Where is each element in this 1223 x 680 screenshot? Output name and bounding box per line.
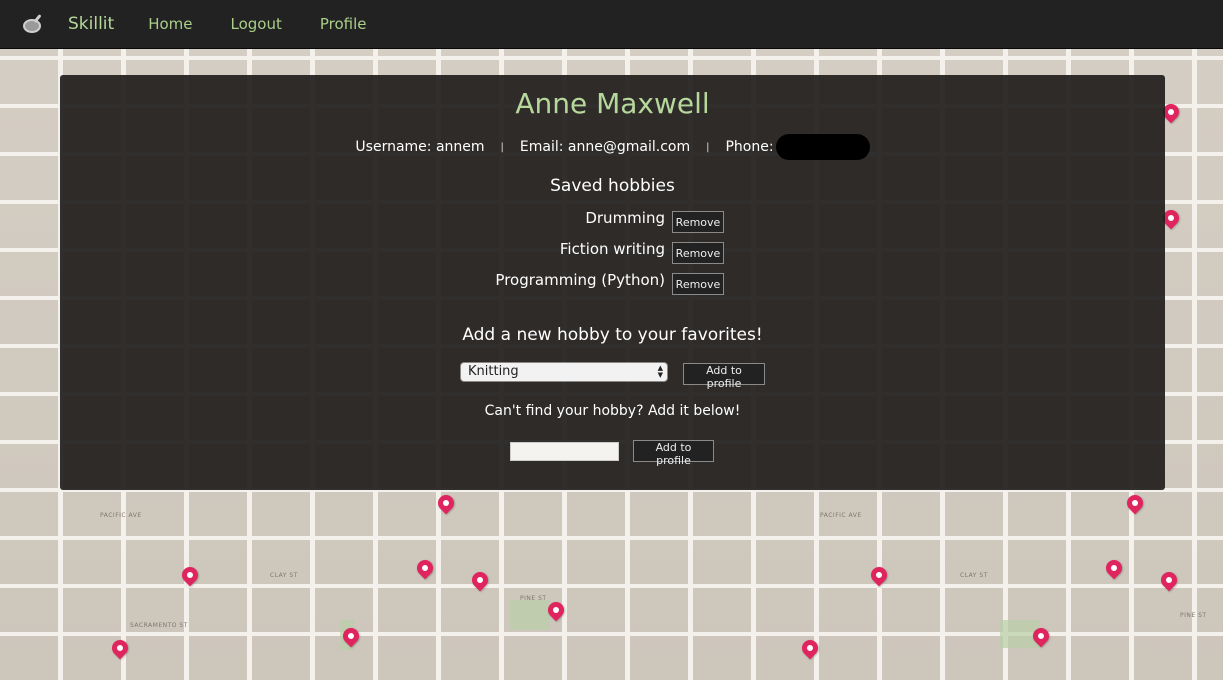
map-pin-icon bbox=[413, 556, 437, 580]
profile-info-row: Username: annem | Email: anne@gmail.com … bbox=[60, 134, 1165, 160]
add-hobby-heading: Add a new hobby to your favorites! bbox=[462, 325, 763, 345]
nav-logout-link[interactable]: Logout bbox=[231, 15, 282, 33]
saved-hobby-row: Drumming Remove bbox=[480, 209, 780, 233]
username-text: Username: annem bbox=[355, 139, 485, 155]
hobby-select-value: Knitting bbox=[468, 364, 519, 379]
profile-panel: Anne Maxwell Username: annem | Email: an… bbox=[60, 75, 1165, 490]
map-pin-icon bbox=[867, 563, 891, 587]
saved-hobbies-heading: Saved hobbies bbox=[550, 176, 675, 196]
map-pin-icon bbox=[798, 636, 822, 660]
nav-profile-link[interactable]: Profile bbox=[320, 15, 367, 33]
hobby-select[interactable]: Knitting ▲ ▼ bbox=[460, 362, 668, 382]
add-custom-hobby-button[interactable]: Add to profile bbox=[633, 440, 714, 467]
saved-hobby-row: Programming (Python) Remove bbox=[480, 271, 780, 295]
remove-hobby-button[interactable]: Remove bbox=[672, 211, 724, 233]
cant-find-hobby-text: Can't find your hobby? Add it below! bbox=[484, 403, 741, 419]
phone-redacted-block bbox=[775, 134, 870, 160]
map-pin-icon bbox=[1123, 491, 1147, 515]
brand-link[interactable]: Skillit bbox=[68, 14, 114, 34]
frying-pan-icon[interactable] bbox=[22, 13, 44, 35]
profile-name-heading: Anne Maxwell bbox=[515, 87, 710, 120]
remove-hobby-button[interactable]: Remove bbox=[672, 273, 724, 295]
email-text: Email: anne@gmail.com bbox=[519, 139, 691, 155]
phone-label: Phone: bbox=[725, 139, 774, 155]
remove-hobby-button[interactable]: Remove bbox=[672, 242, 724, 264]
nav-home-link[interactable]: Home bbox=[148, 15, 192, 33]
hobby-name: Programming (Python) bbox=[495, 271, 665, 289]
map-pin-icon bbox=[468, 568, 492, 592]
saved-hobby-row: Fiction writing Remove bbox=[480, 240, 780, 264]
hobby-name: Fiction writing bbox=[559, 240, 665, 258]
map-pin-icon bbox=[1157, 568, 1181, 592]
map-pin-icon bbox=[434, 491, 458, 515]
separator: | bbox=[500, 141, 504, 153]
top-navbar: Skillit Home Logout Profile bbox=[0, 0, 1223, 49]
hobby-name: Drumming bbox=[585, 209, 665, 227]
select-arrows-icon: ▲ ▼ bbox=[657, 364, 663, 379]
new-hobby-input[interactable] bbox=[510, 442, 619, 461]
map-pin-icon bbox=[178, 563, 202, 587]
map-pin-icon bbox=[108, 636, 132, 660]
add-selected-hobby-button[interactable]: Add to profile bbox=[683, 363, 765, 390]
separator: | bbox=[706, 141, 710, 153]
map-pin-icon bbox=[1102, 556, 1126, 580]
